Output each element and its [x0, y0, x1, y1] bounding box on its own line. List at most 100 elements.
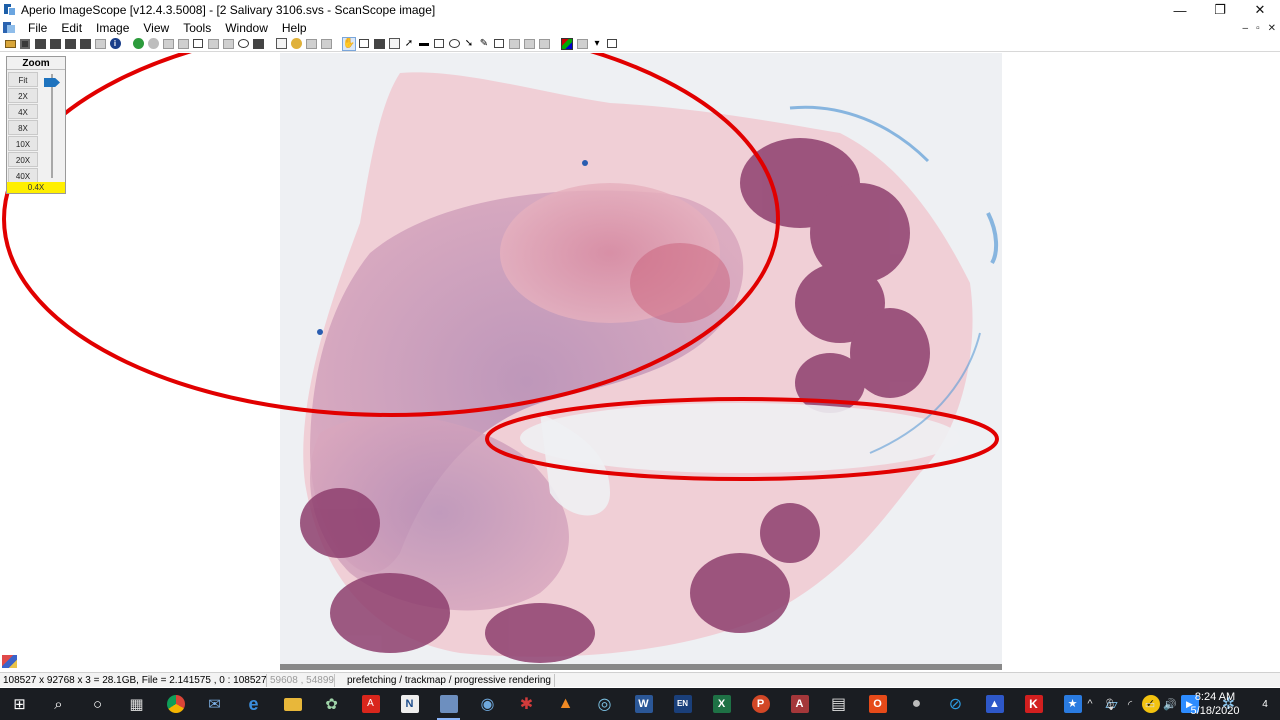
zoom-slider-track[interactable] [51, 74, 53, 178]
thumbnail-icon[interactable] [252, 38, 264, 50]
taskbar-app-word[interactable]: W [624, 688, 663, 720]
region-icon[interactable] [192, 38, 204, 50]
ruler-icon[interactable]: ▬ [418, 38, 430, 50]
microphone-icon[interactable]: 🎙 [1100, 688, 1120, 720]
doc-close-button[interactable]: ✕ [1268, 23, 1276, 34]
minimize-button[interactable]: — [1160, 0, 1200, 20]
start-button[interactable]: ⊞ [0, 688, 39, 720]
color-wheel-icon[interactable] [290, 38, 302, 50]
layer3-icon[interactable] [523, 38, 535, 50]
doc-minimize-button[interactable]: – [1243, 23, 1249, 34]
taskbar-app-n[interactable]: N [390, 688, 429, 720]
search-button[interactable]: ⌕ [39, 688, 78, 720]
taskbar-app-excel[interactable]: X [702, 688, 741, 720]
menu-help[interactable]: Help [275, 20, 314, 36]
select-arrow-icon[interactable] [358, 38, 370, 50]
info-icon[interactable]: i [109, 38, 121, 50]
taskbar-app-en[interactable]: EN [663, 688, 702, 720]
menu-window[interactable]: Window [218, 20, 275, 36]
taskbar-app-edge[interactable]: e [234, 688, 273, 720]
zoom-level-10x[interactable]: 10X [8, 136, 38, 151]
dropdown-arrow-icon[interactable]: ▾ [591, 38, 603, 50]
rectangle-tool-icon[interactable] [433, 38, 445, 50]
close-button[interactable]: ✕ [1240, 0, 1280, 20]
document-icon[interactable] [3, 22, 15, 34]
disabled-tool-icon[interactable] [305, 38, 317, 50]
zoom-level-fit[interactable]: Fit [8, 72, 38, 87]
thumbnail-toggle-icon[interactable] [2, 655, 17, 668]
zoom-slider-handle[interactable] [44, 78, 60, 87]
snapshot-tool-icon[interactable] [373, 38, 385, 50]
menu-tools[interactable]: Tools [176, 20, 218, 36]
taskbar-app-chrome[interactable] [156, 688, 195, 720]
taskbar-app-bug[interactable]: ✱ [507, 688, 546, 720]
slide-image[interactable] [280, 53, 1002, 670]
taskbar-app-circle[interactable]: ◎ [585, 688, 624, 720]
help-icon[interactable] [606, 38, 618, 50]
compare-icon[interactable] [222, 38, 234, 50]
print-icon[interactable] [64, 38, 76, 50]
store-icon: ▤ [830, 696, 847, 713]
magnifier-icon[interactable] [237, 38, 249, 50]
taskbar-app-powerpoint[interactable]: P [741, 688, 780, 720]
wifi-icon[interactable]: ◜ [1120, 688, 1140, 720]
layer2-icon[interactable] [508, 38, 520, 50]
zoom-level-4x[interactable]: 4X [8, 104, 38, 119]
camera-icon[interactable] [34, 38, 46, 50]
taskbar-app-swirl[interactable]: ✿ [312, 688, 351, 720]
disabled-tool2-icon[interactable] [320, 38, 332, 50]
taskbar-app-sphere[interactable]: ● [897, 688, 936, 720]
pan-hand-icon[interactable]: ✋ [342, 36, 356, 51]
cortana-button[interactable]: ○ [78, 688, 117, 720]
freehand-icon[interactable]: ✎ [478, 38, 490, 50]
taskbar-app-safari[interactable]: ⊘ [936, 688, 975, 720]
zoom-level-2x[interactable]: 2X [8, 88, 38, 103]
notifications-button[interactable]: 4 [1250, 688, 1280, 720]
network-icon[interactable] [162, 38, 174, 50]
save-icon[interactable] [19, 38, 31, 50]
battery-icon[interactable]: ▭ [1140, 688, 1160, 720]
color-adjust-icon[interactable] [561, 37, 573, 50]
grid-icon[interactable] [207, 38, 219, 50]
pen-tool-icon[interactable] [388, 38, 400, 50]
taskbar-app-explorer[interactable] [273, 688, 312, 720]
doc-restore-button[interactable]: ▫ [1256, 23, 1260, 34]
open-folder-icon[interactable] [4, 38, 16, 50]
taskbar-app-triangle[interactable]: ▲ [975, 688, 1014, 720]
tools-icon[interactable] [94, 38, 106, 50]
image-viewer[interactable]: Zoom Fit 2X 4X 8X 10X 20X 40X 0.4X [0, 53, 1280, 670]
link-icon[interactable] [177, 38, 189, 50]
taskbar-app-office[interactable]: O [858, 688, 897, 720]
taskbar-app-mail[interactable]: ✉ [195, 688, 234, 720]
display-options-icon[interactable] [576, 38, 588, 50]
taskbar-app-vlc[interactable]: ▲ [546, 688, 585, 720]
clock[interactable]: 8:24 AM 5/18/2020 [1180, 690, 1250, 718]
zoom-level-40x[interactable]: 40X [8, 168, 38, 183]
taskbar-app-globe[interactable]: ◉ [468, 688, 507, 720]
volume-icon[interactable]: 🔊 [1160, 688, 1180, 720]
taskbar-app-imagescope[interactable] [429, 688, 468, 720]
zoom-level-20x[interactable]: 20X [8, 152, 38, 167]
taskbar-app-acrobat[interactable]: A [351, 688, 390, 720]
menu-edit[interactable]: Edit [54, 20, 89, 36]
ellipse-tool-icon[interactable] [448, 38, 460, 50]
zoom-level-8x[interactable]: 8X [8, 120, 38, 135]
arrow-line-icon[interactable]: ➘ [463, 38, 475, 50]
restore-button[interactable]: ❐ [1200, 0, 1240, 20]
stop-icon[interactable] [147, 38, 159, 50]
arrow-tool-icon[interactable]: ➚ [403, 38, 415, 50]
go-forward-icon[interactable] [132, 38, 144, 50]
snapshot-icon[interactable] [49, 38, 61, 50]
menu-view[interactable]: View [136, 20, 176, 36]
image-icon[interactable] [79, 38, 91, 50]
annotate-icon[interactable] [275, 38, 287, 50]
show-hidden-icons-button[interactable]: ^ [1080, 688, 1100, 720]
layer4-icon[interactable] [538, 38, 550, 50]
taskbar-app-k[interactable]: K [1014, 688, 1053, 720]
menu-image[interactable]: Image [89, 20, 136, 36]
taskbar-app-store[interactable]: ▤ [819, 688, 858, 720]
layer-icon[interactable] [493, 38, 505, 50]
taskbar-app-access[interactable]: A [780, 688, 819, 720]
menu-file[interactable]: File [21, 20, 54, 36]
taskbar-app-calculator[interactable]: ▦ [117, 688, 156, 720]
